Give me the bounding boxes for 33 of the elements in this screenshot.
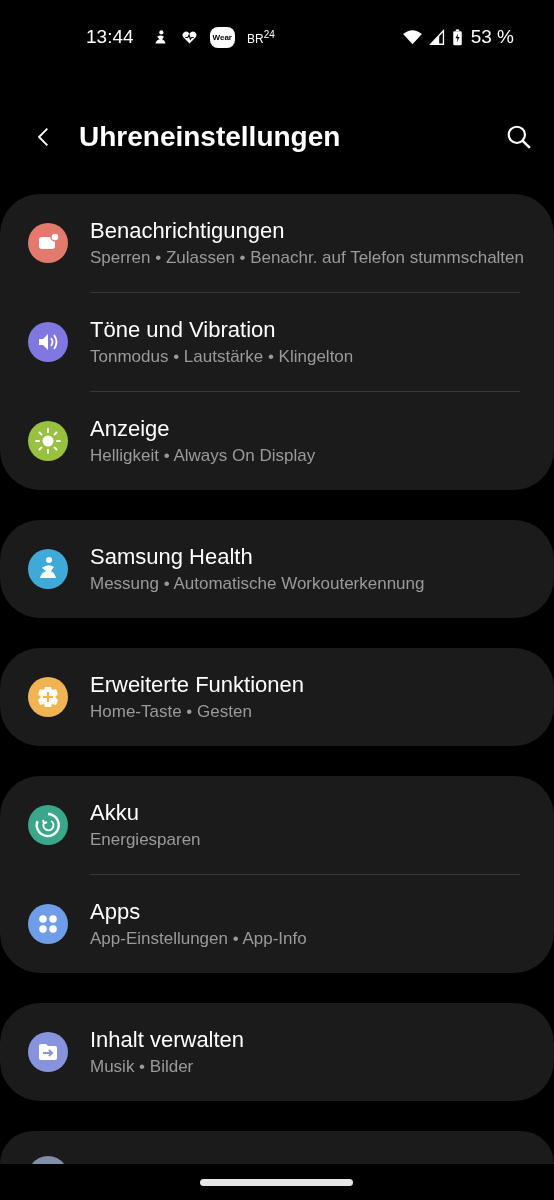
settings-item[interactable]: Samsung Health Messung • Automatische Workouterkennung [0,520,554,618]
clock-time: 13:44 [86,26,134,48]
item-title: Inhalt verwalten [90,1026,245,1053]
item-title: Erweiterte Funktionen [90,671,304,698]
item-subtitle: Energiesparen [90,828,201,851]
item-subtitle: Messung • Automatische Workouterkennung [90,572,425,595]
item-title: Akku [90,799,140,826]
settings-item[interactable]: Akku Energiesparen [0,776,554,874]
item-title: Apps [90,898,142,925]
battery-percentage: 53 % [470,26,514,48]
item-subtitle: Home-Taste • Gesten [90,700,253,723]
wifi-icon [401,28,423,46]
signal-icon [428,28,446,46]
settings-item[interactable]: Apps App-Einstellungen • App-Info [0,875,554,973]
item-subtitle: Musik • Bilder [90,1055,195,1078]
settings-item[interactable]: Inhalt verwalten Musik • Bilder [0,1003,554,1101]
settings-item[interactable]: Töne und Vibration Tonmodus • Lautstärke • Klingelton [0,293,554,391]
search-icon[interactable] [506,124,532,150]
settings-item[interactable]: Benachrichtigungen Sperren • Zulassen • Benachr. auf Telefon stummschalten [0,194,554,292]
item-title: Anzeige [90,415,171,442]
battery-icon [451,28,463,46]
br-logo: BR$^{24}$ [246,28,275,46]
settings-item[interactable]: Anzeige Helligkeit • Always On Display [0,392,554,490]
wear-badge: Wear [209,26,235,48]
item-title: Benachrichtigungen [90,217,286,244]
item-subtitle: Helligkeit • Always On Display [90,444,316,467]
item-title: Samsung Health [90,543,254,570]
item-subtitle: App-Einstellungen • App-Info [90,927,307,950]
item-subtitle: Sperren • Zulassen • Benachr. auf Telefon stummschalten [90,246,524,269]
page-title: Uhreneinstellungen [79,121,342,153]
settings-item[interactable]: Erweiterte Funktionen Home-Taste • Gesten [0,648,554,746]
item-title: Töne und Vibration [90,316,277,343]
item-subtitle: Tonmodus • Lautstärke • Klingelton [90,345,354,368]
